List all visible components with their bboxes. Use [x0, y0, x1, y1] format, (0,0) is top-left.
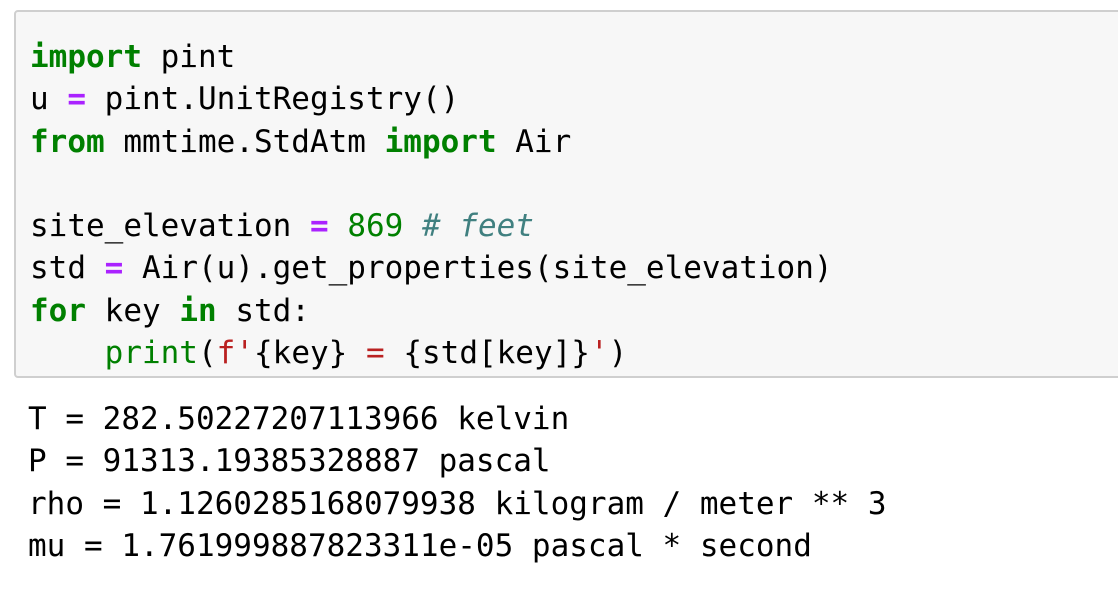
code-token: std — [30, 250, 105, 287]
code-input-cell[interactable]: import pint u = pint.UnitRegistry() from m… — [14, 10, 1118, 378]
code-token: f — [216, 335, 236, 372]
code-line: print(f'{key} = {std[key]}') — [30, 332, 833, 374]
code-line: from mmtime.StdAtm import Air — [30, 121, 833, 163]
code-token: in — [179, 292, 217, 329]
output-line: T = 282.50227207113966 kelvin — [28, 401, 570, 437]
code-line: std = Air(u).get_properties(site_elevati… — [30, 247, 833, 289]
code-token: from — [30, 123, 105, 160]
code-token: site_elevation — [30, 208, 310, 245]
code-line: import pint — [30, 36, 833, 78]
code-token: import — [30, 39, 142, 75]
code-token: key — [86, 292, 180, 329]
code-token: = — [309, 208, 329, 245]
code-token: for — [30, 292, 86, 329]
code-token: 869 — [347, 208, 404, 245]
notebook-page: import pint u = pint.UnitRegistry() from m… — [0, 0, 1118, 590]
code-token: mmtime.StdAtm — [104, 123, 385, 160]
code-token: Air — [496, 123, 572, 160]
code-editor[interactable]: import pint u = pint.UnitRegistry() from m… — [30, 36, 833, 374]
code-line: for key in std: — [30, 290, 833, 332]
code-token: u — [30, 81, 68, 118]
code-token: import — [384, 123, 497, 160]
code-token: pint — [141, 39, 236, 75]
code-token: = — [67, 81, 86, 118]
code-token: pint.UnitRegistry() — [86, 81, 460, 118]
cell-output: T = 282.50227207113966 kelvin P = 91313.1… — [28, 398, 887, 567]
code-token: {key} — [254, 335, 348, 372]
code-token: # feet — [421, 208, 534, 245]
output-line: P = 91313.19385328887 pascal — [28, 443, 551, 480]
code-token: ) — [608, 335, 628, 372]
code-token: std: — [216, 292, 310, 329]
code-token: {std[key]} — [403, 335, 590, 372]
output-line: mu = 1.761999887823311e-05 pascal * seco… — [28, 527, 812, 564]
code-token: ' — [235, 335, 254, 372]
code-token: ( — [197, 335, 217, 372]
code-token: ' — [589, 335, 609, 372]
code-token: = — [347, 335, 404, 372]
code-line: u = pint.UnitRegistry() — [30, 78, 833, 120]
output-line: rho = 1.1260285168079938 kilogram / mete… — [28, 485, 887, 522]
code-line: site_elevation = 869 # feet — [30, 205, 833, 247]
code-token: = — [104, 250, 124, 287]
code-token: Air(u).get_properties(site_elevation) — [123, 250, 833, 287]
code-token: print — [104, 335, 198, 372]
